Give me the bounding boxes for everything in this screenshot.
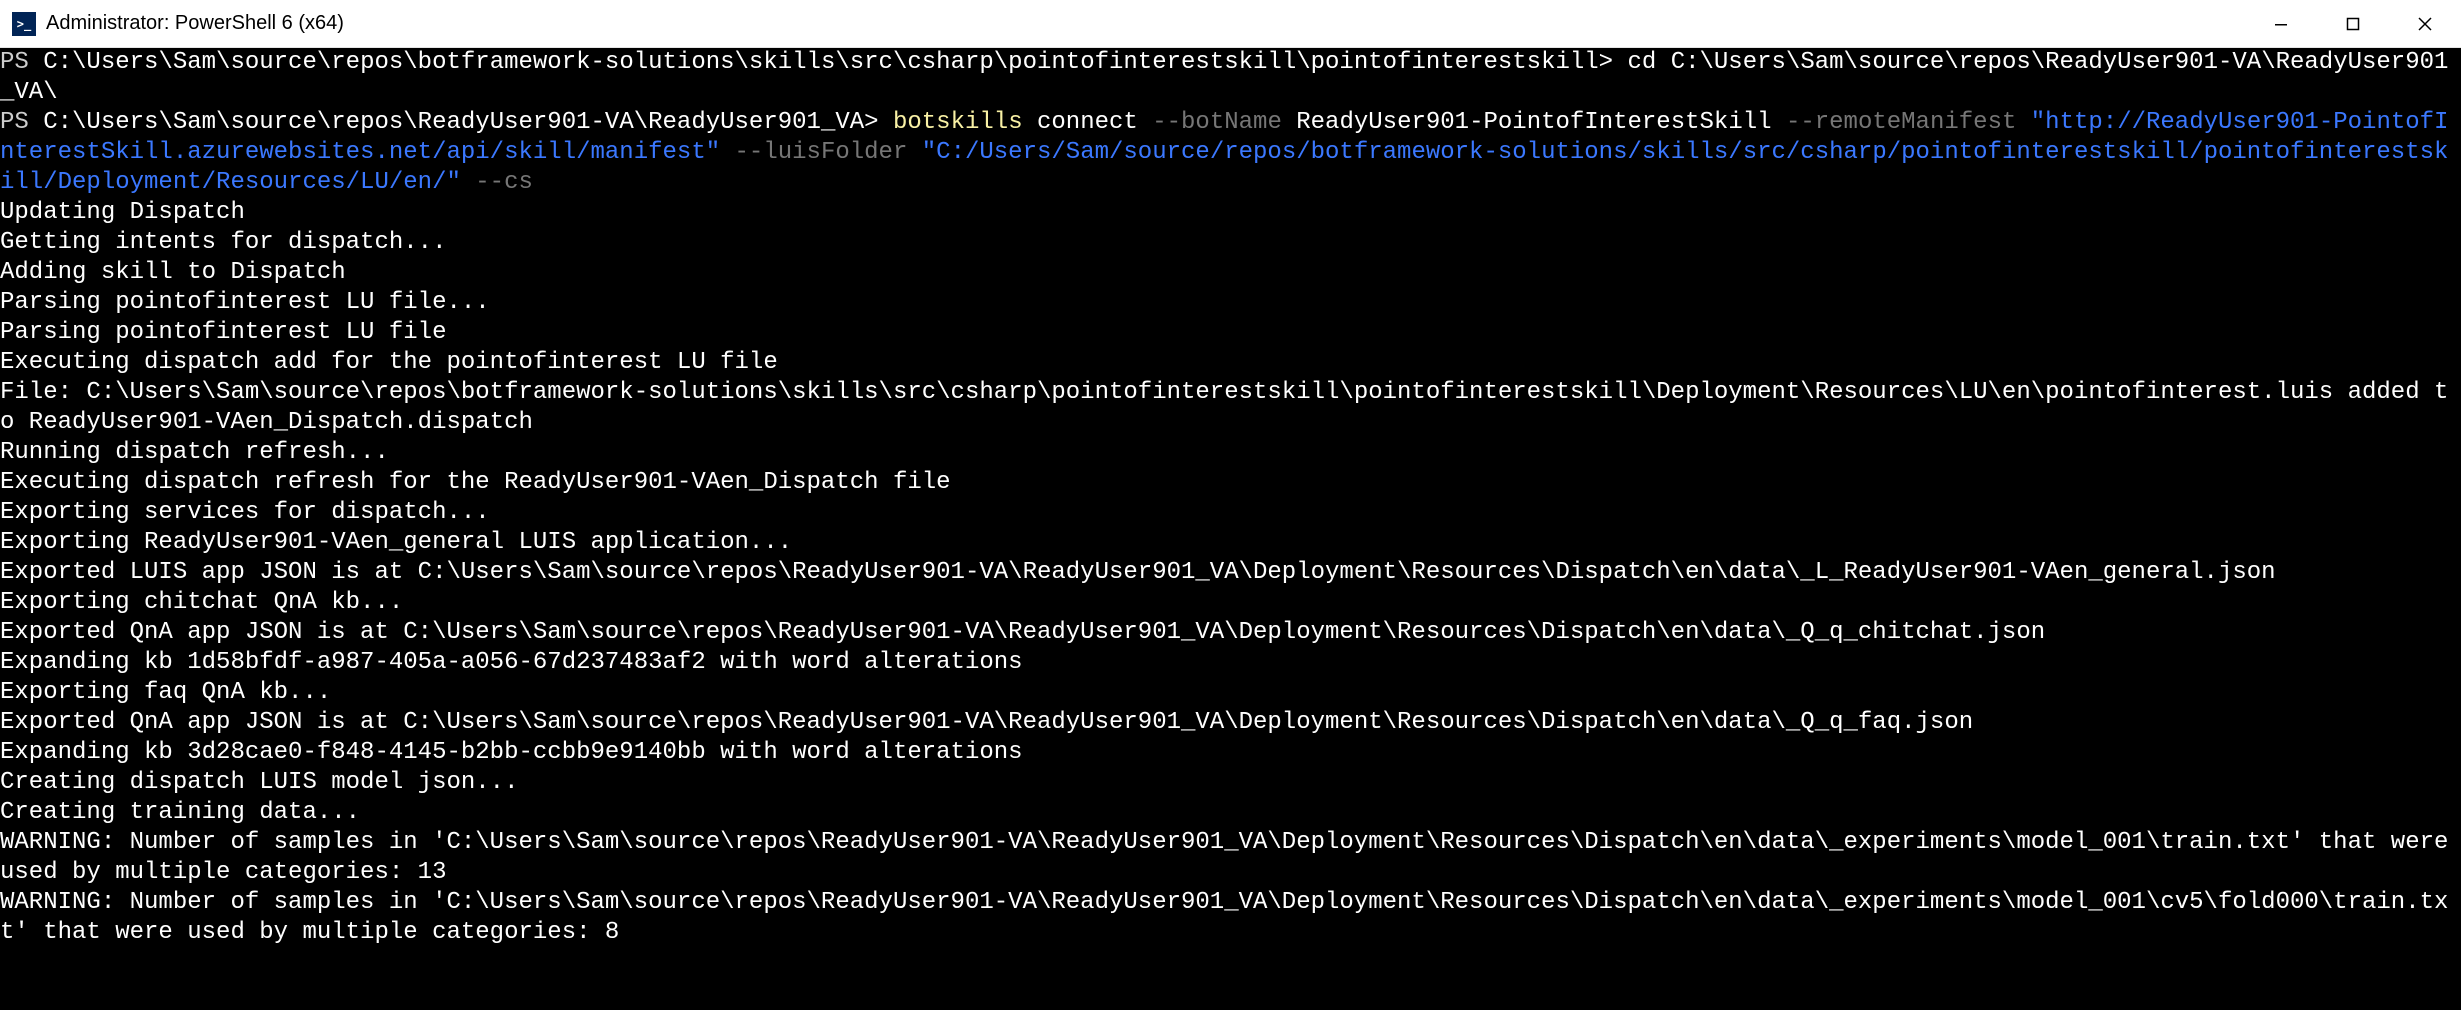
- terminal-segment: Updating Dispatch: [0, 199, 245, 226]
- terminal-segment: botskills: [893, 109, 1037, 136]
- terminal-line: Creating dispatch LUIS model json...: [0, 768, 2461, 798]
- terminal-line: File: C:\Users\Sam\source\repos\botframe…: [0, 378, 2461, 438]
- terminal-line: Exported QnA app JSON is at C:\Users\Sam…: [0, 618, 2461, 648]
- terminal-segment: Creating dispatch LUIS model json...: [0, 769, 518, 796]
- terminal-segment: Executing dispatch refresh for the Ready…: [0, 469, 951, 496]
- terminal-segment: Exporting chitchat QnA kb...: [0, 589, 403, 616]
- terminal-segment: Expanding kb 3d28cae0-f848-4145-b2bb-ccb…: [0, 739, 1023, 766]
- window-controls: [2245, 0, 2461, 47]
- terminal-output[interactable]: PS C:\Users\Sam\source\repos\botframewor…: [0, 48, 2461, 948]
- terminal-segment: WARNING: Number of samples in 'C:\Users\…: [0, 829, 2461, 886]
- terminal-segment: Exported QnA app JSON is at C:\Users\Sam…: [0, 619, 2045, 646]
- terminal-line: PS C:\Users\Sam\source\repos\botframewor…: [0, 48, 2461, 108]
- powershell-icon: [12, 12, 36, 36]
- maximize-button[interactable]: [2317, 0, 2389, 47]
- terminal-line: WARNING: Number of samples in 'C:\Users\…: [0, 828, 2461, 888]
- maximize-icon: [2345, 16, 2361, 32]
- terminal-line: Adding skill to Dispatch: [0, 258, 2461, 288]
- terminal-segment: PS: [0, 109, 43, 136]
- terminal-segment: Exporting faq QnA kb...: [0, 679, 331, 706]
- terminal-line: Exported QnA app JSON is at C:\Users\Sam…: [0, 708, 2461, 738]
- window-title: Administrator: PowerShell 6 (x64): [46, 12, 344, 35]
- terminal-line: Exporting ReadyUser901-VAen_general LUIS…: [0, 528, 2461, 558]
- terminal-line: Parsing pointofinterest LU file: [0, 318, 2461, 348]
- terminal-segment: Getting intents for dispatch...: [0, 229, 446, 256]
- terminal-segment: --remoteManifest: [1786, 109, 2031, 136]
- minimize-button[interactable]: [2245, 0, 2317, 47]
- terminal-segment: connect: [1037, 109, 1152, 136]
- terminal-segment: Exporting services for dispatch...: [0, 499, 490, 526]
- terminal-segment: ReadyUser901-PointofInterestSkill: [1296, 109, 1786, 136]
- terminal-segment: Exported LUIS app JSON is at C:\Users\Sa…: [0, 559, 2276, 586]
- terminal-segment: Running dispatch refresh...: [0, 439, 389, 466]
- terminal-line: Getting intents for dispatch...: [0, 228, 2461, 258]
- terminal-segment: File: C:\Users\Sam\source\repos\botframe…: [0, 379, 2448, 436]
- terminal-line: Executing dispatch refresh for the Ready…: [0, 468, 2461, 498]
- window-titlebar: Administrator: PowerShell 6 (x64): [0, 0, 2461, 48]
- terminal-line: Exporting faq QnA kb...: [0, 678, 2461, 708]
- terminal-segment: WARNING: Number of samples in 'C:\Users\…: [0, 889, 2448, 946]
- terminal-segment: Exported QnA app JSON is at C:\Users\Sam…: [0, 709, 1973, 736]
- terminal-segment: Expanding kb 1d58bfdf-a987-405a-a056-67d…: [0, 649, 1023, 676]
- terminal-line: Creating training data...: [0, 798, 2461, 828]
- terminal-segment: Creating training data...: [0, 799, 360, 826]
- terminal-line: Executing dispatch add for the pointofin…: [0, 348, 2461, 378]
- terminal-segment: Adding skill to Dispatch: [0, 259, 346, 286]
- titlebar-left: Administrator: PowerShell 6 (x64): [0, 12, 344, 36]
- terminal-segment: PS: [0, 49, 43, 76]
- terminal-line: Running dispatch refresh...: [0, 438, 2461, 468]
- terminal-segment: --luisFolder: [735, 139, 922, 166]
- minimize-icon: [2273, 16, 2289, 32]
- terminal-segment: Parsing pointofinterest LU file: [0, 319, 446, 346]
- terminal-line: Expanding kb 3d28cae0-f848-4145-b2bb-ccb…: [0, 738, 2461, 768]
- terminal-line: Updating Dispatch: [0, 198, 2461, 228]
- terminal-segment: --botName: [1152, 109, 1296, 136]
- terminal-line: Exporting chitchat QnA kb...: [0, 588, 2461, 618]
- terminal-segment: Executing dispatch add for the pointofin…: [0, 349, 778, 376]
- terminal-line: PS C:\Users\Sam\source\repos\ReadyUser90…: [0, 108, 2461, 198]
- terminal-line: Expanding kb 1d58bfdf-a987-405a-a056-67d…: [0, 648, 2461, 678]
- terminal-segment: C:\Users\Sam\source\repos\botframework-s…: [43, 49, 1627, 76]
- terminal-line: Exporting services for dispatch...: [0, 498, 2461, 528]
- terminal-line: Exported LUIS app JSON is at C:\Users\Sa…: [0, 558, 2461, 588]
- terminal-segment: --cs: [475, 169, 533, 196]
- terminal-line: Parsing pointofinterest LU file...: [0, 288, 2461, 318]
- terminal-line: WARNING: Number of samples in 'C:\Users\…: [0, 888, 2461, 948]
- close-button[interactable]: [2389, 0, 2461, 47]
- terminal-segment: Exporting ReadyUser901-VAen_general LUIS…: [0, 529, 792, 556]
- terminal-segment: Parsing pointofinterest LU file...: [0, 289, 490, 316]
- terminal-segment: C:\Users\Sam\source\repos\ReadyUser901-V…: [43, 109, 893, 136]
- close-icon: [2417, 16, 2433, 32]
